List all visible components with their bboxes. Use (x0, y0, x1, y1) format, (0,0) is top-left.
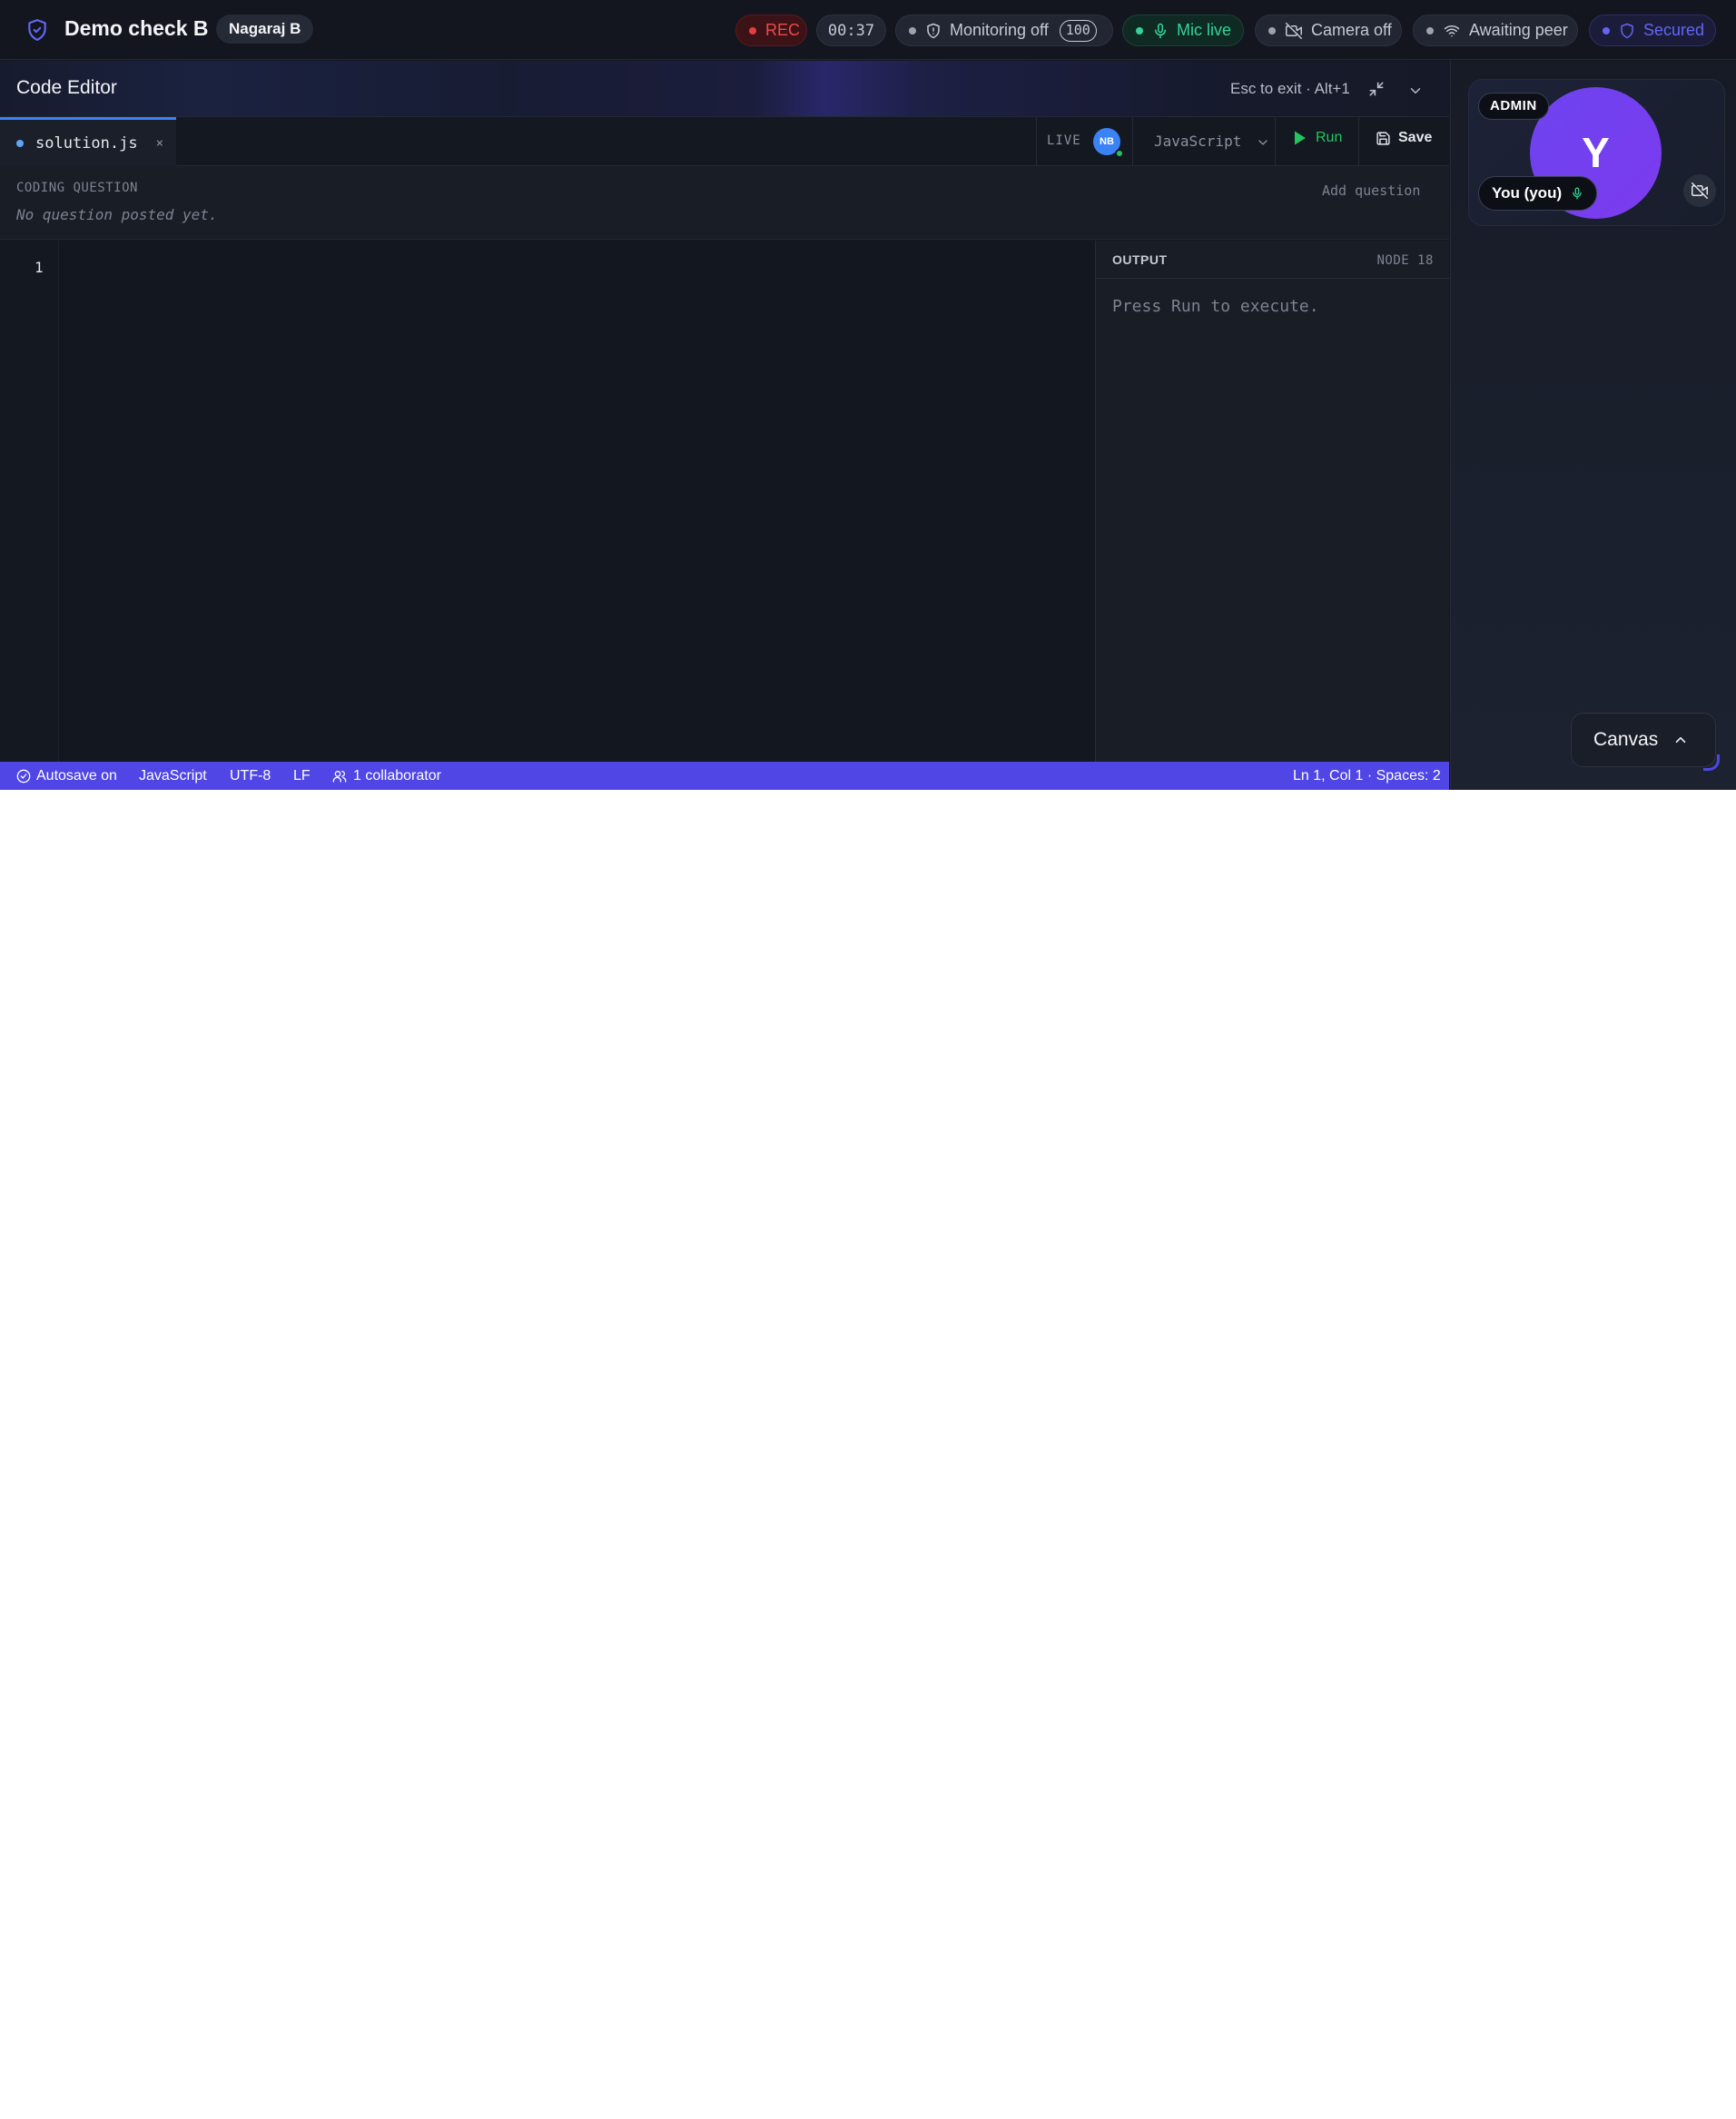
status-dot-icon (1136, 26, 1143, 34)
collaborators-label: 1 collaborator (353, 768, 441, 784)
wifi-icon (1444, 25, 1460, 36)
user-chip[interactable]: Nagaraj B (216, 15, 314, 44)
online-dot-icon (1115, 149, 1124, 158)
save-label: Save (1398, 130, 1433, 145)
monitoring-status[interactable]: Monitoring off 100 (895, 15, 1113, 46)
exit-hint: Esc to exit · Alt+1 (1230, 80, 1350, 97)
tab-filename: solution.js (35, 133, 138, 153)
shield-icon (1621, 23, 1633, 38)
tab-solution-js[interactable]: solution.js × (0, 117, 176, 166)
camera-status[interactable]: Camera off (1255, 15, 1402, 46)
participant-name: You (you) (1492, 184, 1563, 202)
status-dot-icon (909, 26, 916, 34)
mic-label: Mic live (1177, 21, 1232, 39)
monitoring-label: Monitoring off (950, 21, 1049, 39)
line-number-gutter: 1 (0, 241, 59, 762)
close-icon[interactable]: × (156, 136, 163, 151)
save-button[interactable]: Save (1376, 130, 1432, 146)
check-circle-icon (16, 769, 31, 784)
rec-dot-icon (749, 26, 756, 34)
cursor-position[interactable]: Ln 1, Col 1 · Spaces: 2 (1293, 768, 1441, 784)
chevron-down-icon[interactable] (1256, 135, 1270, 150)
play-icon (1295, 131, 1306, 145)
video-sidebar: Y ADMIN You (you) Canvas (1450, 61, 1736, 790)
users-icon (332, 771, 347, 783)
editor-tab-bar: solution.js × LIVE NB JavaScript Run Sav… (0, 117, 1449, 166)
question-heading: CODING QUESTION (16, 181, 138, 195)
question-text: No question posted yet. (16, 206, 218, 223)
status-line-ending[interactable]: LF (293, 768, 311, 784)
security-status: Secured (1589, 15, 1716, 46)
run-button[interactable]: Run (1293, 130, 1342, 146)
autosave-label: Autosave on (36, 768, 117, 784)
top-bar: Demo check B Nagaraj B REC 00:37 Monitor… (0, 0, 1736, 60)
shield-alert-icon (927, 23, 940, 38)
editor-title: Code Editor (16, 77, 117, 98)
microphone-icon (1155, 23, 1166, 38)
camera-off-icon (1286, 22, 1302, 39)
session-timer: 00:37 (816, 15, 886, 46)
secured-label: Secured (1643, 21, 1705, 39)
status-dot-icon (1426, 26, 1434, 34)
participant-video-tile[interactable]: Y ADMIN You (you) (1468, 79, 1725, 226)
canvas-toggle-button[interactable]: Canvas (1571, 713, 1716, 767)
divider (1132, 117, 1133, 166)
unsaved-dot-icon (16, 139, 24, 147)
session-title: Demo check B (64, 16, 209, 40)
app-window: Demo check B Nagaraj B REC 00:37 Monitor… (0, 0, 1736, 790)
output-title: OUTPUT (1112, 252, 1168, 267)
run-label: Run (1316, 130, 1343, 145)
monitoring-count-badge: 100 (1059, 19, 1097, 42)
output-panel: OUTPUT NODE 18 Press Run to execute. (1095, 241, 1450, 762)
status-language[interactable]: JavaScript (139, 768, 207, 784)
save-icon (1376, 131, 1390, 145)
rec-label: REC (765, 21, 801, 39)
canvas-label: Canvas (1593, 729, 1659, 750)
autosave-status[interactable]: Autosave on (16, 768, 117, 784)
chevron-up-icon (1675, 736, 1686, 744)
editor-header: Code Editor Esc to exit · Alt+1 (0, 61, 1449, 117)
divider (1036, 117, 1037, 166)
peer-label: Awaiting peer (1469, 21, 1568, 39)
language-select[interactable]: JavaScript (1154, 133, 1241, 150)
camera-off-icon (1692, 182, 1708, 199)
add-question-button[interactable]: Add question (1322, 182, 1420, 199)
camera-label: Camera off (1311, 21, 1392, 39)
divider (1358, 117, 1359, 166)
divider (1275, 117, 1276, 166)
runtime-label: NODE 18 (1376, 253, 1434, 268)
status-dot-icon (1268, 26, 1276, 34)
status-bar: Autosave on JavaScript UTF-8 LF 1 collab… (0, 762, 1449, 790)
line-number: 1 (35, 259, 44, 276)
status-encoding[interactable]: UTF-8 (230, 768, 271, 784)
recording-indicator: REC (735, 15, 807, 46)
status-dot-icon (1603, 26, 1610, 34)
role-badge: ADMIN (1478, 93, 1549, 120)
code-input-area[interactable] (60, 241, 1095, 762)
output-header: OUTPUT NODE 18 (1096, 241, 1450, 279)
live-label: LIVE (1047, 133, 1081, 148)
participant-name-badge: You (you) (1478, 176, 1598, 211)
coding-question-panel: CODING QUESTION No question posted yet. … (0, 166, 1449, 240)
output-placeholder: Press Run to execute. (1112, 297, 1319, 316)
status-collaborators[interactable]: 1 collaborator (331, 768, 441, 784)
mic-status[interactable]: Mic live (1122, 15, 1244, 46)
peer-status: Awaiting peer (1413, 15, 1578, 46)
minimize-icon[interactable] (1367, 80, 1386, 98)
chevron-down-icon[interactable] (1407, 83, 1424, 99)
shield-icon (28, 19, 46, 41)
microphone-icon (1573, 187, 1582, 200)
camera-toggle-button[interactable] (1683, 174, 1716, 207)
